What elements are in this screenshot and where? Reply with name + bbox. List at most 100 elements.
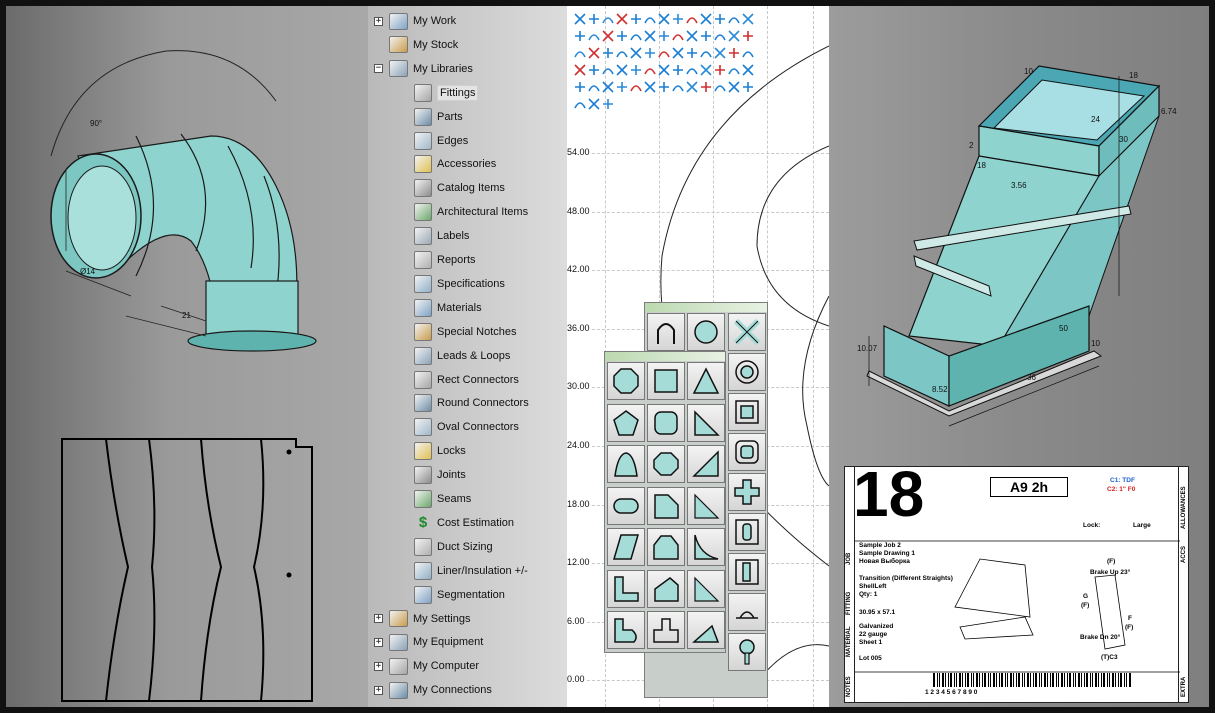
cad-drawing-panel[interactable]: 54.00 48.00 42.00 36.00 30.00 24.00 18.00 12.00… <box>567 6 829 707</box>
drawing-tool-icon[interactable] <box>587 63 601 77</box>
drawing-tool-icon[interactable] <box>657 63 671 77</box>
pent-shape-button[interactable] <box>607 403 645 442</box>
drawing-tool-icon[interactable] <box>657 12 671 26</box>
rrin-shape-button[interactable] <box>728 433 766 471</box>
drawing-tool-icon[interactable] <box>643 12 657 26</box>
expander-toggle[interactable]: + <box>374 661 383 671</box>
plus-shape-button[interactable] <box>728 473 766 511</box>
tree-item-reports[interactable]: Reports <box>414 249 476 271</box>
circle-shape-button[interactable] <box>687 313 725 351</box>
drawing-tool-icon[interactable] <box>615 29 629 43</box>
drawing-tool-icon[interactable] <box>573 63 587 77</box>
drawing-tool-icon[interactable] <box>587 29 601 43</box>
tree-item-catalog-items[interactable]: Catalog Items <box>414 177 505 199</box>
drawing-tool-icon[interactable] <box>601 80 615 94</box>
drawing-tool-icon[interactable] <box>629 46 643 60</box>
drawing-tool-icon[interactable] <box>587 46 601 60</box>
tree-item-my-work[interactable]: + My Work <box>374 10 456 32</box>
drawing-tool-icon[interactable] <box>601 46 615 60</box>
drawing-tool-icon[interactable] <box>601 97 615 111</box>
tree-item-locks[interactable]: Locks <box>414 440 466 462</box>
rtri-shape-button[interactable] <box>687 403 725 442</box>
drawing-tool-icon[interactable] <box>699 46 713 60</box>
slant-shape-button[interactable] <box>687 445 725 483</box>
tree-item-segmentation[interactable]: Segmentation <box>414 584 505 606</box>
drawing-tool-icon[interactable] <box>615 80 629 94</box>
drawing-tool-icon[interactable] <box>573 12 587 26</box>
tree-item-labels[interactable]: Labels <box>414 225 469 247</box>
expander-toggle[interactable]: + <box>374 685 383 695</box>
drawing-tool-icon[interactable] <box>629 12 643 26</box>
drawing-tool-icon[interactable] <box>615 12 629 26</box>
drawing-tool-icon[interactable] <box>629 29 643 43</box>
expander-toggle[interactable]: + <box>374 16 383 26</box>
drawing-tool-icon[interactable] <box>601 29 615 43</box>
blob-shape-button[interactable] <box>607 611 645 649</box>
tree-item-cost-estimation[interactable]: $ Cost Estimation <box>414 512 514 534</box>
drawing-tool-icon[interactable] <box>685 46 699 60</box>
drawing-tool-icon[interactable] <box>713 63 727 77</box>
capdown-shape-button[interactable] <box>728 593 766 631</box>
quad-shape-button[interactable] <box>647 569 685 608</box>
drawing-tool-icon[interactable] <box>713 12 727 26</box>
bell-shape-button[interactable] <box>607 445 645 483</box>
tree-item-my-stock[interactable]: My Stock <box>374 34 458 56</box>
drawing-tool-icon[interactable] <box>727 29 741 43</box>
drawing-tool-icon[interactable] <box>657 46 671 60</box>
square-shape-button[interactable] <box>647 362 685 400</box>
arch-shape-button[interactable] <box>647 313 685 351</box>
tree-item-seams[interactable]: Seams <box>414 488 471 510</box>
tree-item-parts[interactable]: Parts <box>414 106 463 128</box>
pill-shape-button[interactable] <box>607 486 645 525</box>
tree-item-my-equipment[interactable]: + My Equipment <box>374 631 483 653</box>
drawing-tool-icon[interactable] <box>629 80 643 94</box>
drawing-tool-icon[interactable] <box>685 12 699 26</box>
tree-item-duct-sizing[interactable]: Duct Sizing <box>414 536 493 558</box>
drawing-tool-icon[interactable] <box>741 12 755 26</box>
drawing-tool-icon[interactable] <box>671 29 685 43</box>
expander-toggle[interactable]: − <box>374 64 383 74</box>
drawing-tool-icon[interactable] <box>615 46 629 60</box>
drawing-tool-icon[interactable] <box>671 46 685 60</box>
tree-item-liner-insulation[interactable]: Liner/Insulation +/- <box>414 560 528 582</box>
tree-item-leads-loops[interactable]: Leads & Loops <box>414 345 510 367</box>
smtri-shape-button[interactable] <box>687 569 725 608</box>
para-shape-button[interactable] <box>607 528 645 566</box>
drawing-tool-icon[interactable] <box>657 80 671 94</box>
tree-item-my-settings[interactable]: + My Settings <box>374 608 470 630</box>
drawing-tool-icon[interactable] <box>741 46 755 60</box>
drawing-tool-icon[interactable] <box>573 80 587 94</box>
drawing-tool-icon[interactable] <box>573 29 587 43</box>
drawing-tool-icon[interactable] <box>699 12 713 26</box>
key-shape-button[interactable] <box>728 633 766 671</box>
drawing-tool-icon[interactable] <box>587 12 601 26</box>
tee-shape-button[interactable] <box>647 611 685 649</box>
wedge-shape-button[interactable] <box>687 611 725 649</box>
tree-item-round-connectors[interactable]: Round Connectors <box>414 392 529 414</box>
trap-shape-button[interactable] <box>647 528 685 566</box>
drawing-tool-icon[interactable] <box>587 97 601 111</box>
drawing-tool-icon[interactable] <box>727 63 741 77</box>
expander-toggle[interactable]: + <box>374 637 383 647</box>
drawing-tool-icon[interactable] <box>629 63 643 77</box>
drawing-tool-icon[interactable] <box>615 63 629 77</box>
drawing-tool-icon[interactable] <box>685 80 699 94</box>
drawing-tool-icon[interactable] <box>685 29 699 43</box>
drawing-tool-icon[interactable] <box>671 12 685 26</box>
tree-item-fittings[interactable]: Fittings <box>414 82 479 104</box>
tree-item-edges[interactable]: Edges <box>414 130 468 152</box>
sqin-shape-button[interactable] <box>728 393 766 431</box>
ell-shape-button[interactable] <box>607 569 645 608</box>
slotv-shape-button[interactable] <box>728 513 766 551</box>
drawing-tool-icon[interactable] <box>713 29 727 43</box>
tree-item-specifications[interactable]: Specifications <box>414 273 505 295</box>
hexo-shape-button[interactable] <box>647 445 685 483</box>
drawing-tool-icon[interactable] <box>671 63 685 77</box>
curvetri-shape-button[interactable] <box>687 528 725 566</box>
cross-shape-button[interactable] <box>728 313 766 351</box>
drawing-tool-icon[interactable] <box>741 63 755 77</box>
tree-item-my-libraries[interactable]: − My Libraries <box>374 58 473 80</box>
drawing-tool-icon[interactable] <box>573 97 587 111</box>
tree-item-joints[interactable]: Joints <box>414 464 466 486</box>
drawing-tool-icon[interactable] <box>685 63 699 77</box>
